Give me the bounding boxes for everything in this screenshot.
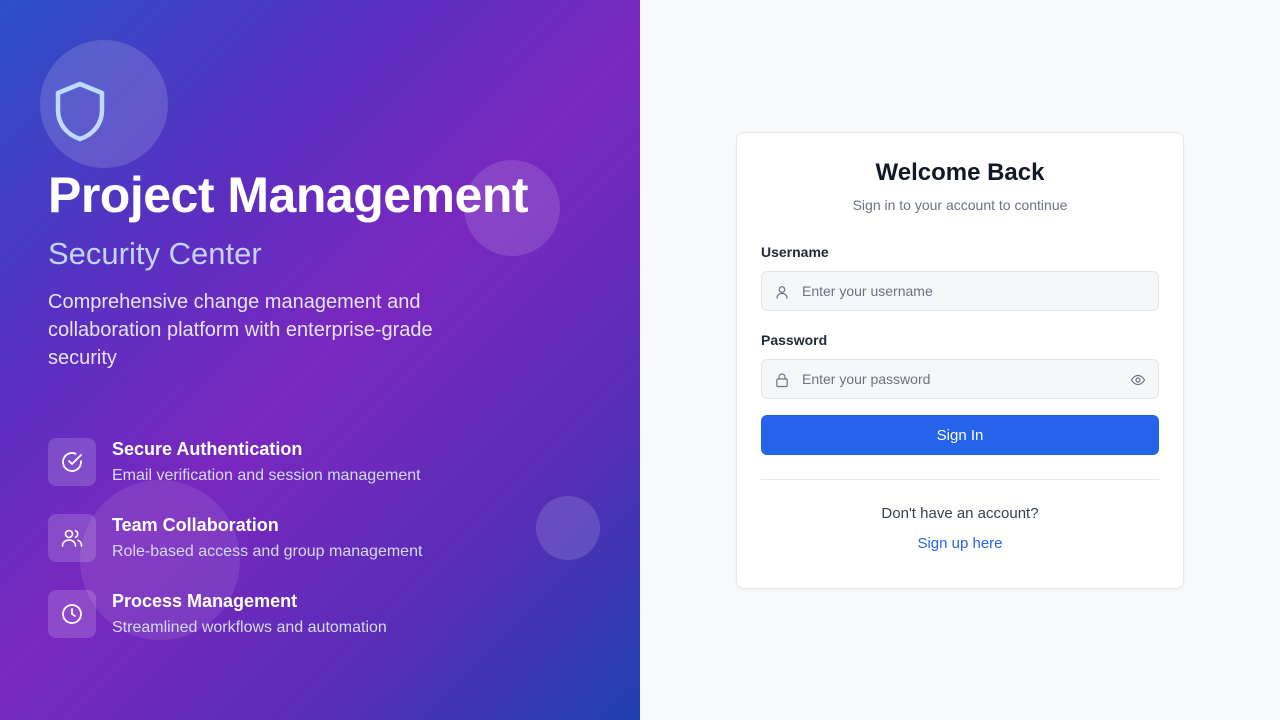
clock-icon [48,590,96,638]
feature-description: Role-based access and group management [112,543,423,560]
feature-description: Streamlined workflows and automation [112,619,387,636]
hero-panel: Project Management Security Center Compr… [0,0,640,720]
feature-description: Email verification and session managemen… [112,467,421,484]
login-subtitle: Sign in to your account to continue [852,197,1068,213]
feature-team-collaboration: Team Collaboration Role-based access and… [48,514,508,564]
feature-process-management: Process Management Streamlined workflows… [48,590,508,640]
password-label: Password [761,332,828,348]
user-icon [776,286,788,299]
password-field-wrapper [761,359,1159,399]
username-label: Username [761,244,829,260]
signup-link-container: Sign up here [737,535,1183,553]
feature-title: Process Management [112,591,298,611]
feature-secure-authentication: Secure Authentication Email verification… [48,438,508,488]
no-account-text: Don't have an account? [881,505,1039,522]
lock-icon [776,373,788,388]
hero-description: Comprehensive change management and coll… [48,291,433,369]
users-icon [48,514,96,562]
sign-in-button[interactable]: Sign In [761,415,1159,455]
username-input[interactable] [802,272,1122,310]
divider [761,479,1159,480]
check-circle-icon [48,438,96,486]
hero-subtitle: Security Center [48,236,262,271]
username-field-wrapper [761,271,1159,311]
feature-title: Team Collaboration [112,515,279,535]
feature-title: Secure Authentication [112,439,303,459]
password-input[interactable] [802,360,1122,398]
decorative-circle [536,496,600,560]
shield-icon [55,81,105,142]
eye-icon[interactable] [1130,372,1146,388]
login-card: Welcome Back Sign in to your account to … [736,132,1184,589]
sign-up-link[interactable]: Sign up here [917,535,1002,552]
login-title: Welcome Back [875,159,1045,186]
hero-title: Project Management [48,167,529,223]
